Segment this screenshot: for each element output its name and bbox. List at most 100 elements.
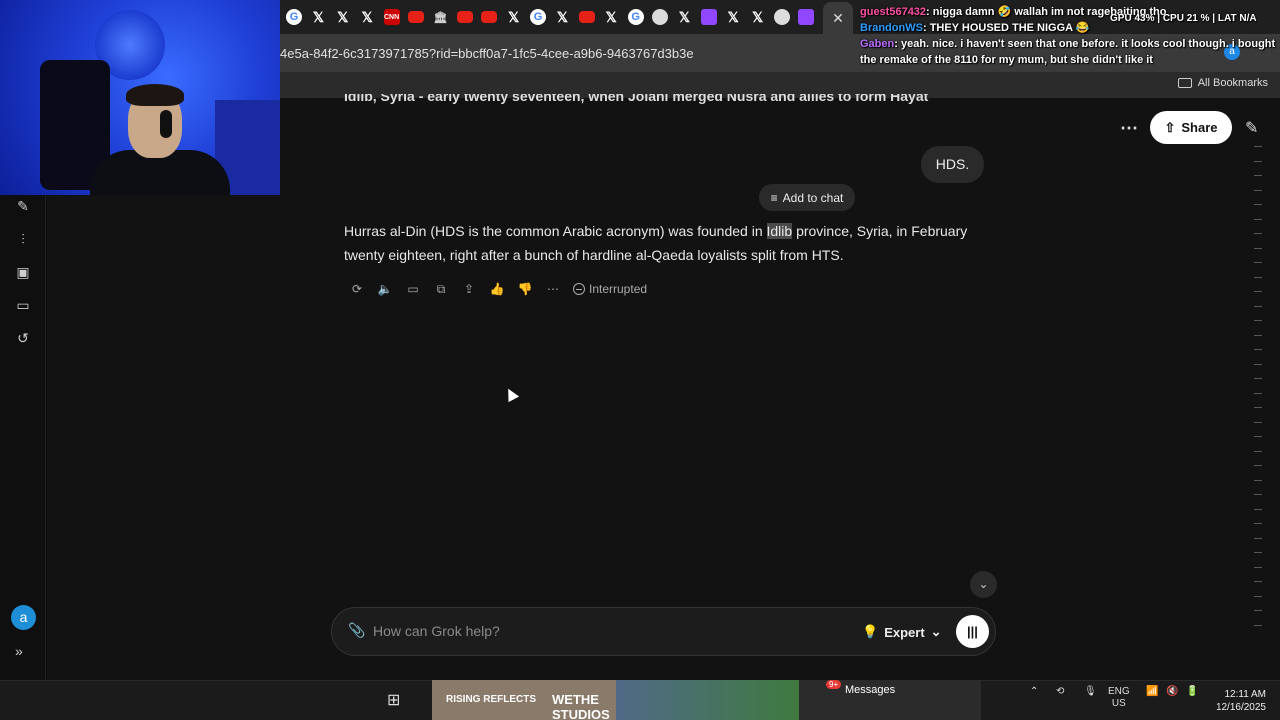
minimap-tick[interactable] [1254, 175, 1262, 176]
share-icon[interactable]: ⇪ [455, 282, 483, 296]
copy-icon[interactable]: ⧉ [427, 282, 455, 297]
more-actions-icon[interactable]: ⋯ [539, 282, 567, 296]
browser-tab-x[interactable]: 𝕏 [359, 9, 375, 25]
browser-tab-yt[interactable] [481, 11, 498, 23]
browser-tab-x[interactable]: 𝕏 [506, 9, 522, 25]
thumbs-up-icon[interactable]: 👍 [483, 282, 511, 296]
mode-selector[interactable]: 💡 Expert ⌄ [862, 624, 942, 640]
minimap-tick[interactable] [1254, 581, 1262, 582]
minimap-tick[interactable] [1254, 421, 1262, 423]
browser-tab-gh[interactable] [652, 9, 668, 25]
volume-icon[interactable]: 🔇 [1166, 686, 1178, 697]
headset [160, 110, 172, 138]
browser-tab-x[interactable]: 𝕏 [725, 9, 741, 25]
minimap-tick[interactable] [1254, 595, 1262, 597]
browser-tab-gh[interactable] [774, 9, 790, 25]
answer-actions: ⟳ 🔈 ▭ ⧉ ⇪ 👍 👎 ⋯ Interrupted [343, 280, 647, 298]
minimap-tick[interactable] [1254, 233, 1262, 234]
minimap-tick[interactable] [1254, 479, 1262, 481]
browser-tab-x[interactable]: 𝕏 [676, 9, 692, 25]
minimap-tick[interactable] [1254, 189, 1262, 191]
lat-label: LAT [1217, 13, 1237, 24]
battery-icon[interactable]: 🔋 [1186, 686, 1198, 697]
minimap-tick[interactable] [1254, 566, 1262, 568]
minimap-tick[interactable] [1254, 523, 1262, 524]
all-bookmarks-button[interactable]: All Bookmarks [1177, 77, 1268, 89]
chat-username: Gaben [860, 38, 895, 50]
browser-tab-x[interactable]: 𝕏 [335, 9, 351, 25]
minimap-tick[interactable] [1254, 276, 1262, 278]
browser-tab-yt[interactable] [408, 11, 424, 23]
minimap-tick[interactable] [1254, 537, 1262, 539]
minimap-tick[interactable] [1254, 436, 1262, 437]
attach-icon[interactable]: 📎 [348, 622, 365, 639]
minimap-tick[interactable] [1254, 508, 1262, 510]
compose-icon[interactable]: ✎ [14, 197, 32, 215]
system-clock[interactable]: 12:11 AM 12/16/2025 [1206, 688, 1266, 714]
minimap-tick[interactable] [1254, 204, 1262, 205]
gpu-value: 43% [1134, 13, 1155, 24]
minimap-tick[interactable] [1254, 160, 1262, 162]
regenerate-icon[interactable]: ⟳ [343, 282, 371, 296]
user-avatar[interactable]: a [11, 605, 36, 630]
read-aloud-icon[interactable]: 🔈 [371, 282, 399, 296]
history-icon[interactable]: ↺ [14, 329, 32, 347]
sync-icon[interactable]: ⟲ [1056, 686, 1064, 697]
task-view-icon[interactable]: ⊞ [387, 690, 400, 710]
browser-tab-tw[interactable] [798, 9, 815, 25]
minimap-tick[interactable] [1254, 624, 1262, 626]
browser-tab-g[interactable]: G [627, 9, 644, 25]
browser-tab-yt[interactable] [578, 11, 595, 23]
url-field[interactable]: 4e5a-84f2-6c3173971785?rid=bbcff0a7-1fc5… [280, 46, 694, 61]
add-to-chat-button[interactable]: ≡ Add to chat [759, 184, 855, 211]
minimap-tick[interactable] [1254, 450, 1262, 452]
minimap-tick[interactable] [1254, 305, 1262, 307]
minimap-tick[interactable] [1254, 552, 1262, 553]
language-indicator[interactable]: ENG US [1108, 686, 1130, 710]
minimap-tick[interactable] [1254, 392, 1262, 394]
minimap-tick[interactable] [1254, 610, 1262, 611]
browser-tab-tw[interactable] [700, 9, 717, 25]
thumbs-down-icon[interactable]: 👎 [511, 282, 539, 296]
minimap-tick[interactable] [1254, 494, 1262, 495]
new-chat-icon[interactable]: ✎ [1245, 118, 1258, 138]
browser-tab-cnn[interactable]: CNN [383, 9, 400, 25]
minimap-tick[interactable] [1254, 262, 1262, 263]
voice-icon[interactable]: ⫶ [14, 230, 32, 248]
browser-tab-g[interactable]: G [530, 9, 546, 25]
browser-tab-bank[interactable]: 🏛 [432, 9, 448, 25]
prompt-input[interactable]: How can Grok help? [373, 623, 500, 639]
minimap-tick[interactable] [1254, 320, 1262, 321]
voice-mode-button[interactable]: ||| [956, 615, 989, 648]
active-tab-close-icon[interactable]: ✕ [823, 2, 853, 34]
minimap-tick[interactable] [1254, 334, 1262, 336]
browser-tab-g[interactable]: G [286, 9, 302, 25]
share-button[interactable]: ⇧ Share [1150, 111, 1232, 144]
minimap-tick[interactable] [1254, 407, 1262, 408]
browser-tab-yt[interactable] [456, 11, 473, 23]
taskbar-thumbnail-photo[interactable] [616, 680, 799, 720]
minimap-tick[interactable] [1254, 218, 1262, 220]
wifi-icon[interactable]: 📶 [1146, 686, 1158, 697]
browser-tab-x[interactable]: 𝕏 [310, 9, 326, 25]
chevron-up-icon[interactable]: ⌃ [1030, 686, 1038, 697]
comment-icon[interactable]: ▭ [399, 282, 427, 296]
minimap-tick[interactable] [1254, 363, 1262, 365]
scroll-down-button[interactable]: ⌄ [970, 571, 997, 598]
minimap-tick[interactable] [1254, 291, 1262, 292]
more-options-icon[interactable]: ⋯ [1120, 118, 1138, 139]
taskbar-thumbnail-video[interactable]: RISING REFLECTS WETHE STUDIOS [432, 680, 616, 720]
minimap-tick[interactable] [1254, 465, 1262, 466]
minimap-tick[interactable] [1254, 378, 1262, 379]
minimap-tick[interactable] [1254, 146, 1262, 147]
image-icon[interactable]: ▣ [14, 263, 32, 281]
minimap-tick[interactable] [1254, 247, 1262, 249]
projects-folder-icon[interactable]: ▭ [14, 296, 32, 314]
microphone-icon[interactable]: 🎙 [1084, 686, 1097, 697]
browser-tab-x[interactable]: 𝕏 [554, 9, 570, 25]
conversation-minimap[interactable] [1250, 146, 1262, 641]
browser-tab-x[interactable]: 𝕏 [750, 9, 766, 25]
expand-sidebar-icon[interactable]: » [15, 643, 23, 659]
browser-tab-x[interactable]: 𝕏 [603, 9, 619, 25]
minimap-tick[interactable] [1254, 349, 1262, 350]
